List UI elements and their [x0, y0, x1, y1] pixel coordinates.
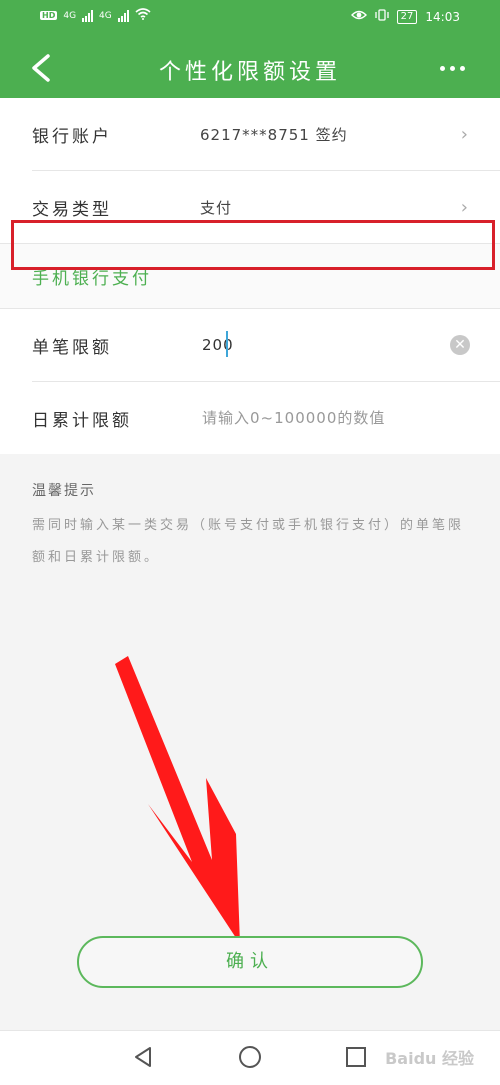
- app-header: HD 4G 4G 27 14:03 个性化限额设置: [0, 0, 500, 98]
- signal-icon-2: [117, 9, 129, 22]
- square-recents-icon: [346, 1047, 366, 1067]
- chevron-right-icon: ›: [460, 196, 468, 218]
- circle-home-icon: [239, 1046, 261, 1068]
- transaction-type-row[interactable]: 交易类型 支付 ›: [0, 171, 500, 243]
- signal-icon: [82, 9, 94, 22]
- status-right: 27 14:03: [350, 9, 460, 24]
- settings-card: 银行账户 6217***8751 签约 › 交易类型 支付 › 手机银行支付 单…: [0, 98, 500, 454]
- tips-body: 需同时输入某一类交易（账号支付或手机银行支付）的单笔限额和日累计限额。: [32, 518, 465, 565]
- eye-icon: [350, 9, 367, 24]
- tips-title: 温馨提示: [32, 483, 96, 499]
- single-limit-input[interactable]: [200, 329, 444, 361]
- page-title: 个性化限额设置: [158, 60, 341, 85]
- vibrate-icon: [375, 9, 389, 24]
- system-nav-bar: Baidu 经验: [0, 1030, 500, 1085]
- text-cursor: [226, 331, 228, 357]
- more-dot-icon: [459, 65, 465, 71]
- nav-back-button[interactable]: [130, 1043, 158, 1071]
- transaction-type-label: 交易类型: [32, 199, 112, 220]
- nav-recents-button[interactable]: [342, 1043, 370, 1071]
- confirm-button[interactable]: 确认: [77, 936, 423, 988]
- battery-icon: 27: [396, 9, 418, 24]
- bank-account-row[interactable]: 银行账户 6217***8751 签约 ›: [0, 98, 500, 170]
- daily-limit-label: 日累计限额: [32, 411, 132, 431]
- transaction-type-value: 支付: [200, 198, 233, 217]
- tips-section: 温馨提示 需同时输入某一类交易（账号支付或手机银行支付）的单笔限额和日累计限额。: [32, 480, 472, 574]
- network-type-2: 4G: [99, 10, 112, 21]
- status-left: HD 4G 4G: [40, 8, 151, 23]
- daily-limit-input[interactable]: [200, 402, 444, 434]
- triangle-back-icon: [135, 1047, 151, 1067]
- section-mobile-banking: 手机银行支付: [0, 243, 500, 309]
- status-bar: HD 4G 4G 27 14:03: [0, 0, 500, 36]
- clear-icon[interactable]: ✕: [450, 335, 470, 355]
- more-button[interactable]: [434, 60, 470, 76]
- network-type-1: 4G: [63, 10, 77, 21]
- bank-account-label: 银行账户: [32, 126, 112, 147]
- chevron-right-icon: ›: [460, 123, 468, 145]
- nav-home-button[interactable]: [236, 1043, 264, 1071]
- more-dot-icon: [449, 65, 455, 71]
- daily-limit-row: 日累计限额: [0, 382, 500, 454]
- more-dot-icon: [439, 65, 445, 71]
- hd-badge: HD: [40, 11, 58, 20]
- watermark-logo: Baidu 经验: [385, 1049, 474, 1068]
- wifi-icon: [135, 8, 151, 23]
- bank-account-value: 6217***8751 签约: [200, 125, 348, 144]
- single-limit-label: 单笔限额: [32, 338, 112, 358]
- single-limit-row: 单笔限额 ✕: [0, 309, 500, 381]
- status-time: 14:03: [425, 9, 460, 24]
